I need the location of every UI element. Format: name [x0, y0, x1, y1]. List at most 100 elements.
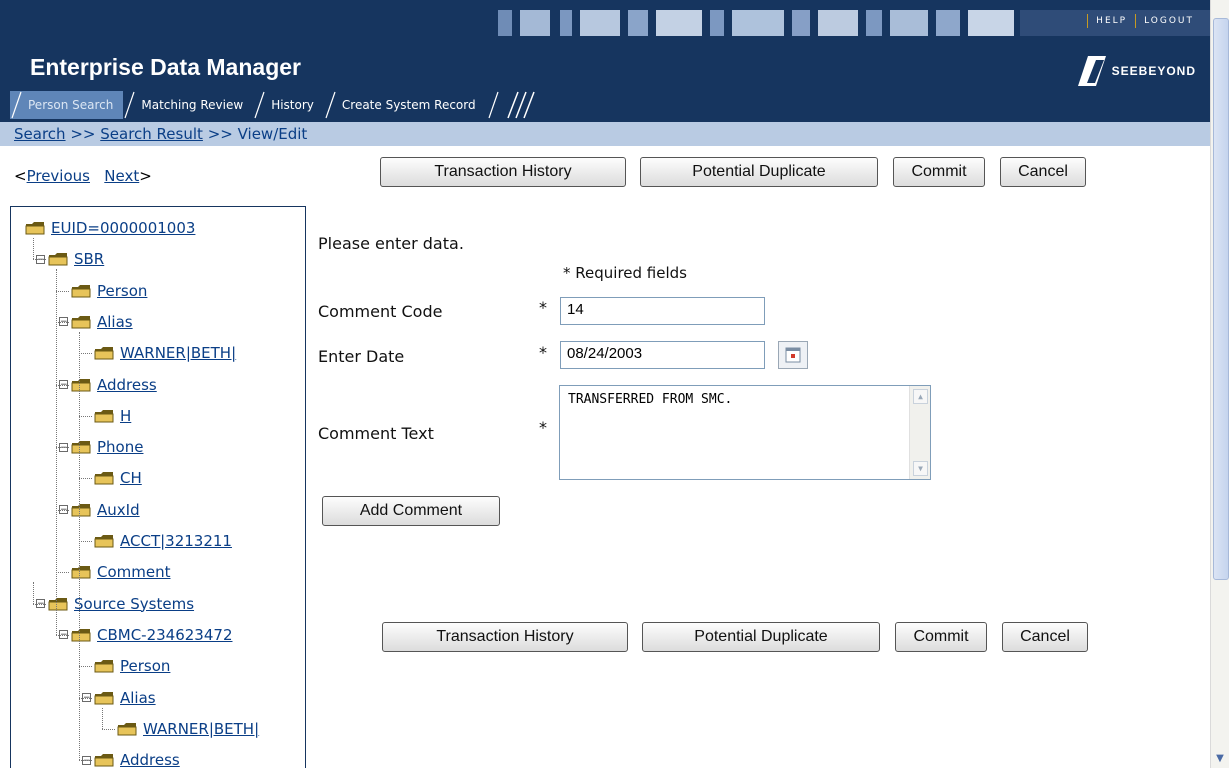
tree-guide	[56, 269, 57, 635]
tree-node-link[interactable]: CH	[120, 469, 142, 487]
tree-guide	[102, 707, 103, 729]
tree-node-link[interactable]: AuxId	[97, 501, 140, 519]
tree-connector	[79, 666, 92, 668]
tree-node[interactable]: CH	[94, 466, 142, 490]
tree-node-link[interactable]: WARNER|BETH|	[143, 720, 259, 738]
tree-node-link[interactable]: Alias	[97, 313, 133, 331]
tree-node[interactable]: WARNER|BETH|	[117, 717, 259, 741]
potential-duplicate-button[interactable]: Potential Duplicate	[640, 157, 878, 187]
tree-node[interactable]: ACCT|3213211	[94, 529, 232, 553]
tree-node-link[interactable]: Person	[97, 282, 147, 300]
tree-node-link[interactable]: Source Systems	[74, 595, 194, 613]
scroll-up-icon[interactable]: ▲	[913, 389, 928, 404]
tree-node-link[interactable]: ACCT|3213211	[120, 532, 232, 550]
comment-code-label: Comment Code	[318, 302, 443, 321]
tree-node[interactable]: − Address	[59, 373, 157, 397]
breadcrumb: Search >> Search Result >> View/Edit	[0, 122, 1210, 146]
tree-node-link[interactable]: Address	[97, 376, 157, 394]
tree-node[interactable]: EUID=0000001003	[25, 216, 195, 240]
tree-node[interactable]: Comment	[71, 560, 171, 584]
tab-label: Matching Review	[141, 98, 244, 112]
folder-icon	[48, 597, 68, 611]
tree-connector	[79, 760, 92, 762]
tree-node[interactable]: − Address	[82, 748, 180, 768]
comment-text-area[interactable]: TRANSFERRED FROM SMC. ▲ ▼	[559, 385, 931, 480]
tree-node-link[interactable]: Alias	[120, 689, 156, 707]
tab-matching-review[interactable]: Matching Review	[123, 91, 253, 119]
add-comment-button[interactable]: Add Comment	[322, 496, 500, 526]
tree-node-link[interactable]: Comment	[97, 563, 171, 581]
folder-icon	[94, 691, 114, 705]
scrollbar-thumb[interactable]	[1213, 18, 1229, 580]
folder-icon	[94, 346, 114, 360]
cancel-button-bottom[interactable]: Cancel	[1002, 622, 1088, 652]
required-marker: *	[539, 418, 547, 437]
commit-button-bottom[interactable]: Commit	[895, 622, 987, 652]
comment-code-field[interactable]: 14	[560, 297, 765, 325]
tree-node-link[interactable]: Phone	[97, 438, 143, 456]
tree-connector	[56, 290, 69, 292]
folder-icon	[25, 221, 45, 235]
tree-node[interactable]: H	[94, 404, 131, 428]
folder-icon	[94, 659, 114, 673]
enter-date-field[interactable]: 08/24/2003	[560, 341, 765, 369]
tree-node[interactable]: Person	[94, 654, 170, 678]
tree-node[interactable]: − CBMC-234623472	[59, 623, 232, 647]
tab-history[interactable]: History	[253, 91, 324, 119]
tree-connector	[56, 384, 69, 386]
breadcrumb-search-link[interactable]: Search	[14, 125, 66, 143]
tab-person-search[interactable]: Person Search	[10, 91, 124, 119]
tree-node[interactable]: − SBR	[36, 247, 104, 271]
tab-divider-icon	[11, 91, 22, 119]
calendar-button[interactable]	[778, 341, 808, 369]
logout-link[interactable]: LOGOUT	[1135, 14, 1202, 28]
tab-divider-icon	[325, 91, 336, 119]
tree-node-link[interactable]: Person	[120, 657, 170, 675]
window-scrollbar[interactable]: ▼	[1210, 0, 1229, 768]
tree-node[interactable]: − Phone	[59, 435, 143, 459]
form-intro: Please enter data.	[318, 234, 464, 253]
help-link[interactable]: HELP	[1087, 14, 1135, 28]
previous-link[interactable]: Previous	[27, 167, 90, 185]
tree-node[interactable]: Person	[71, 279, 147, 303]
breadcrumb-result-link[interactable]: Search Result	[100, 125, 203, 143]
tree-node-link[interactable]: EUID=0000001003	[51, 219, 195, 237]
scroll-down-icon[interactable]: ▼	[1213, 752, 1227, 766]
tab-create-system-record[interactable]: Create System Record	[324, 91, 486, 119]
potential-duplicate-button-bottom[interactable]: Potential Duplicate	[642, 622, 880, 652]
app-header: HELP LOGOUT Enterprise Data Manager SeeB…	[0, 0, 1210, 132]
tab-end-slashes-icon	[488, 91, 535, 119]
folder-icon	[117, 722, 137, 736]
tree-node-link[interactable]: CBMC-234623472	[97, 626, 232, 644]
transaction-history-button-bottom[interactable]: Transaction History	[382, 622, 628, 652]
tree-node[interactable]: − Alias	[59, 310, 133, 334]
transaction-history-button[interactable]: Transaction History	[380, 157, 626, 187]
tree-node-link[interactable]: Address	[120, 751, 180, 768]
next-link[interactable]: Next	[104, 167, 139, 185]
tree-node-link[interactable]: SBR	[74, 250, 104, 268]
cancel-button[interactable]: Cancel	[1000, 157, 1086, 187]
tree-node[interactable]: WARNER|BETH|	[94, 341, 236, 365]
scroll-down-icon[interactable]: ▼	[913, 461, 928, 476]
tree-connector	[56, 509, 69, 511]
required-marker: *	[539, 343, 547, 362]
record-tree: EUID=0000001003 − SBR Person − Alias WARNER|BE…	[10, 206, 306, 768]
tree-node-link[interactable]: H	[120, 407, 131, 425]
tree-connector	[79, 415, 92, 417]
breadcrumb-separator: >>	[70, 125, 96, 143]
textarea-scrollbar[interactable]: ▲ ▼	[909, 386, 930, 479]
tab-label: Create System Record	[341, 98, 476, 112]
tree-connector	[102, 728, 115, 730]
logo-slash-icon	[1077, 56, 1106, 86]
calendar-icon	[785, 347, 801, 363]
tree-connector	[56, 572, 69, 574]
tree-node[interactable]: − Alias	[82, 686, 156, 710]
folder-icon	[94, 534, 114, 548]
tree-node[interactable]: − AuxId	[59, 498, 140, 522]
tree-node-link[interactable]: WARNER|BETH|	[120, 344, 236, 362]
commit-button[interactable]: Commit	[893, 157, 985, 187]
tree-node[interactable]: − Source Systems	[36, 592, 194, 616]
folder-icon	[94, 753, 114, 767]
comment-text-label: Comment Text	[318, 424, 434, 443]
tree-connector	[56, 634, 69, 636]
